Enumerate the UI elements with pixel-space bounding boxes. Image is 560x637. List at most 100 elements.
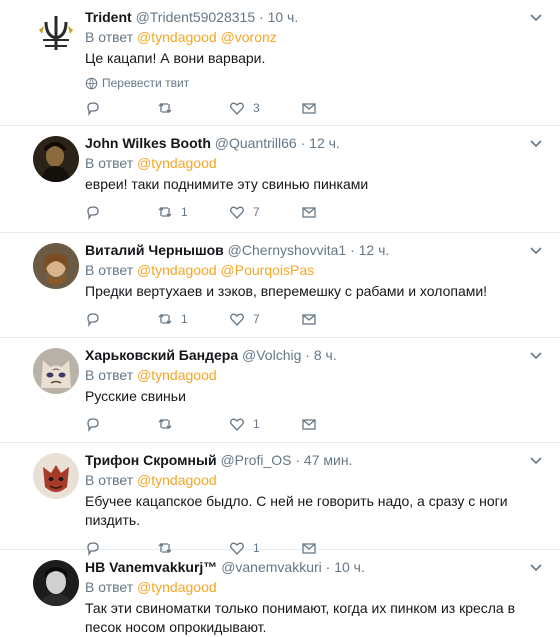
- tweet-text: евреи! таки поднимите эту свинью пинками: [85, 176, 369, 192]
- tweet-text: Ебучее кацапское быдло. С ней не говорит…: [85, 493, 508, 528]
- retweet-button[interactable]: 1: [157, 204, 229, 220]
- mention-link[interactable]: @PourqoisPas: [221, 262, 315, 278]
- user-handle[interactable]: @vanemvakkuri: [221, 559, 322, 575]
- tweet-header: Трифон Скромный @Profi_OS · 47 мин.: [85, 452, 353, 468]
- mention-link[interactable]: @tyndagood: [137, 367, 217, 383]
- retweet-icon: [158, 314, 172, 324]
- envelope-icon: [302, 207, 316, 218]
- tweet-header: Харьковский Бандера @Volchig · 8 ч.: [85, 347, 337, 363]
- like-count: 7: [253, 312, 260, 326]
- user-handle[interactable]: @Chernyshovvita1: [228, 242, 347, 258]
- mention-link[interactable]: @tyndagood: [137, 472, 217, 488]
- reply-context: В ответ @tyndagood: [85, 367, 217, 383]
- timestamp[interactable]: 10 ч.: [268, 9, 299, 25]
- more-options-icon[interactable]: [528, 347, 544, 363]
- tweet-header: HB Vanemvakkurj™ @vanemvakkuri · 10 ч.: [85, 559, 365, 575]
- heart-icon: [230, 206, 244, 219]
- tweet-actions: 1 7: [85, 198, 546, 226]
- retweet-icon: [158, 207, 172, 217]
- retweet-icon: [158, 419, 172, 429]
- tweet[interactable]: HB Vanemvakkurj™ @vanemvakkuri · 10 ч. В…: [0, 550, 560, 635]
- reply-button[interactable]: [85, 311, 157, 327]
- display-name[interactable]: Trident: [85, 9, 132, 25]
- like-button[interactable]: 7: [229, 204, 301, 220]
- user-handle[interactable]: @Profi_OS: [220, 452, 291, 468]
- more-options-icon[interactable]: [528, 242, 544, 258]
- avatar[interactable]: [33, 243, 79, 289]
- reply-context: В ответ @tyndagood: [85, 155, 217, 171]
- retweet-icon: [158, 103, 172, 113]
- user-handle[interactable]: @Volchig: [242, 347, 301, 363]
- mention-link[interactable]: @tyndagood: [137, 262, 217, 278]
- tweet[interactable]: Трифон Скромный @Profi_OS · 47 мин. В от…: [0, 443, 560, 556]
- like-count: 7: [253, 205, 260, 219]
- retweet-button[interactable]: [157, 416, 229, 432]
- avatar[interactable]: [33, 560, 79, 606]
- reply-feed: Trident @Trident59028315 · 10 ч. В ответ…: [0, 0, 560, 635]
- avatar[interactable]: [33, 348, 79, 394]
- tweet-text: Так эти свиноматки только понимают, когд…: [85, 600, 516, 635]
- display-name[interactable]: Трифон Скромный: [85, 452, 217, 468]
- avatar[interactable]: [33, 136, 79, 182]
- direct-message-button[interactable]: [301, 204, 373, 220]
- retweet-count: 1: [181, 205, 188, 219]
- direct-message-button[interactable]: [301, 416, 373, 432]
- tweet-header: John Wilkes Booth @Quantrill66 · 12 ч.: [85, 135, 340, 151]
- more-options-icon[interactable]: [528, 559, 544, 575]
- avatar[interactable]: [33, 453, 79, 499]
- retweet-count: 1: [181, 312, 188, 326]
- like-count: 3: [253, 101, 260, 115]
- tweet[interactable]: Харьковский Бандера @Volchig · 8 ч. В от…: [0, 338, 560, 443]
- reply-icon: [87, 102, 99, 116]
- user-handle[interactable]: @Quantrill66: [215, 135, 297, 151]
- reply-context: В ответ @tyndagood: [85, 472, 217, 488]
- tweet-header: Виталий Чернышов @Chernyshovvita1 · 12 ч…: [85, 242, 390, 258]
- tweet-actions: 3: [85, 94, 546, 122]
- reply-icon: [87, 313, 99, 327]
- display-name[interactable]: Харьковский Бандера: [85, 347, 238, 363]
- tweet[interactable]: Виталий Чернышов @Chernyshovvita1 · 12 ч…: [0, 233, 560, 338]
- globe-icon: [85, 77, 98, 89]
- timestamp[interactable]: 12 ч.: [359, 242, 390, 258]
- more-options-icon[interactable]: [528, 452, 544, 468]
- like-count: 1: [253, 417, 260, 431]
- retweet-button[interactable]: 1: [157, 311, 229, 327]
- more-options-icon[interactable]: [528, 135, 544, 151]
- user-handle[interactable]: @Trident59028315: [136, 9, 256, 25]
- reply-context: В ответ @tyndagood @PourqoisPas: [85, 262, 315, 278]
- reply-button[interactable]: [85, 204, 157, 220]
- direct-message-button[interactable]: [301, 100, 373, 116]
- display-name[interactable]: HB Vanemvakkurj™: [85, 559, 217, 575]
- reply-button[interactable]: [85, 416, 157, 432]
- translate-tweet-link[interactable]: Перевести твит: [85, 76, 546, 90]
- envelope-icon: [302, 314, 316, 325]
- reply-icon: [87, 418, 99, 432]
- timestamp[interactable]: 12 ч.: [309, 135, 340, 151]
- heart-icon: [230, 418, 244, 431]
- display-name[interactable]: John Wilkes Booth: [85, 135, 211, 151]
- timestamp[interactable]: 47 мин.: [304, 452, 353, 468]
- tweet[interactable]: Trident @Trident59028315 · 10 ч. В ответ…: [0, 0, 560, 126]
- tweet-header: Trident @Trident59028315 · 10 ч.: [85, 9, 299, 25]
- tweet-text: Це кацапи! А вони варвари.: [85, 50, 266, 66]
- timestamp[interactable]: 10 ч.: [334, 559, 365, 575]
- direct-message-button[interactable]: [301, 311, 373, 327]
- envelope-icon: [302, 419, 316, 430]
- tweet-actions: 1 7: [85, 305, 546, 333]
- like-button[interactable]: 7: [229, 311, 301, 327]
- mention-link[interactable]: @tyndagood: [137, 579, 217, 595]
- like-button[interactable]: 3: [229, 100, 301, 116]
- mention-link[interactable]: @voronz: [221, 29, 277, 45]
- heart-icon: [230, 313, 244, 326]
- display-name[interactable]: Виталий Чернышов: [85, 242, 224, 258]
- timestamp[interactable]: 8 ч.: [314, 347, 337, 363]
- like-button[interactable]: 1: [229, 416, 301, 432]
- more-options-icon[interactable]: [528, 9, 544, 25]
- avatar[interactable]: [33, 10, 79, 56]
- envelope-icon: [302, 103, 316, 114]
- tweet[interactable]: John Wilkes Booth @Quantrill66 · 12 ч. В…: [0, 126, 560, 233]
- mention-link[interactable]: @tyndagood: [137, 29, 217, 45]
- reply-button[interactable]: [85, 100, 157, 116]
- mention-link[interactable]: @tyndagood: [137, 155, 217, 171]
- retweet-button[interactable]: [157, 100, 229, 116]
